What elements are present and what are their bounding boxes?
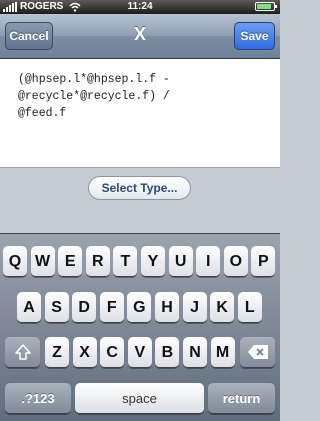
key-i[interactable]: I [196, 246, 221, 277]
battery-fill [257, 4, 271, 9]
keyboard: .?123 space return QWERTYUIOP ASDFGHJKL ZX… [0, 233, 280, 421]
key-z[interactable]: Z [45, 337, 69, 368]
key-s[interactable]: S [44, 292, 69, 323]
key-v[interactable]: V [127, 337, 152, 368]
space-key[interactable]: space [75, 383, 204, 414]
cancel-button[interactable]: Cancel [5, 22, 53, 50]
key-h[interactable]: H [155, 292, 179, 323]
status-bar: ROGERS 11:24 [0, 0, 280, 14]
formula-text: (@hpsep.l*@hpsep.l.f - @recycle*@recycle… [18, 73, 170, 120]
status-time: 11:24 [127, 1, 153, 12]
key-d[interactable]: D [72, 292, 97, 323]
key-p[interactable]: P [251, 246, 276, 277]
save-button[interactable]: Save [234, 22, 275, 50]
key-x[interactable]: X [72, 337, 97, 368]
backspace-icon [247, 345, 268, 359]
key-k[interactable]: K [210, 292, 235, 323]
key-e[interactable]: E [58, 246, 83, 277]
delete-key[interactable] [240, 337, 275, 368]
shift-arrow-icon [14, 344, 31, 360]
key-l[interactable]: L [237, 292, 262, 323]
key-r[interactable]: R [85, 246, 110, 277]
shift-key[interactable] [5, 337, 40, 368]
select-type-button[interactable]: Select Type... [88, 176, 191, 200]
key-c[interactable]: C [100, 337, 125, 368]
key-j[interactable]: J [182, 292, 207, 323]
battery-icon [255, 2, 277, 11]
key-n[interactable]: N [183, 337, 207, 368]
key-w[interactable]: W [30, 246, 55, 277]
page-title: X [133, 24, 146, 44]
key-q[interactable]: Q [3, 246, 27, 277]
key-b[interactable]: B [155, 337, 180, 368]
key-m[interactable]: M [210, 337, 235, 368]
numbers-key[interactable]: .?123 [5, 383, 71, 414]
key-o[interactable]: O [223, 246, 248, 277]
key-u[interactable]: U [168, 246, 193, 277]
key-g[interactable]: G [127, 292, 152, 323]
navigation-bar: Cancel X Save [0, 14, 280, 59]
key-a[interactable]: A [17, 292, 41, 323]
return-key[interactable]: return [208, 383, 275, 414]
key-y[interactable]: Y [141, 246, 165, 277]
key-t[interactable]: T [113, 246, 138, 277]
key-f[interactable]: F [99, 292, 124, 323]
formula-text-area[interactable]: (@hpsep.l*@hpsep.l.f - @recycle*@recycle… [0, 59, 280, 168]
